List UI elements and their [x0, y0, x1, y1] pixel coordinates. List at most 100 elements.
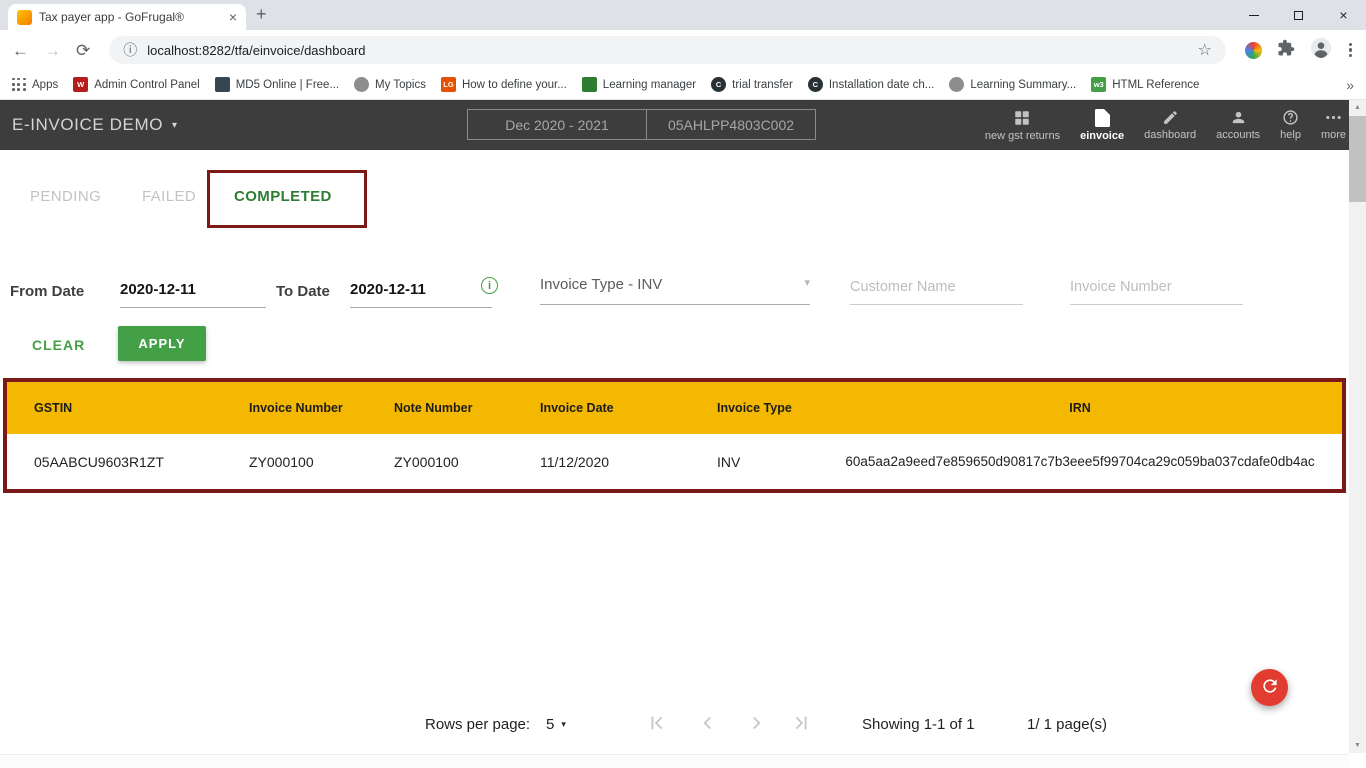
new-tab-button[interactable]: + [256, 4, 267, 25]
browser-menu-icon[interactable] [1347, 41, 1354, 60]
einvoice-page: PENDING FAILED COMPLETED From Date To Da… [0, 150, 1366, 768]
invoice-type-value: Invoice Type - INV [540, 276, 662, 293]
site-favicon [17, 10, 32, 25]
page-info-icon[interactable]: ⓘ [123, 40, 137, 60]
page-count-text: 1/ 1 page(s) [1027, 716, 1107, 733]
url-text[interactable]: localhost:8282/tfa/einvoice/dashboard [147, 43, 365, 58]
scrollbar-down-icon[interactable]: ▼ [1349, 738, 1366, 753]
table-row[interactable]: 05AABCU9603R1ZT ZY000100 ZY000100 11/12/… [7, 434, 1342, 489]
to-date-input[interactable] [350, 281, 492, 308]
rows-per-page-label: Rows per page: [425, 716, 530, 733]
from-date-input[interactable] [120, 281, 266, 308]
forward-icon[interactable]: → [44, 42, 61, 59]
bookmark-label: MD5 Online | Free... [236, 79, 339, 91]
extensions-puzzle-icon[interactable] [1277, 39, 1295, 62]
table-annotation-box: GSTIN Invoice Number Note Number Invoice… [3, 378, 1346, 493]
scrollbar-up-icon[interactable]: ▲ [1349, 100, 1366, 115]
period-selector[interactable]: Dec 2020 - 2021 [467, 109, 647, 140]
refresh-icon [1260, 676, 1280, 699]
bookmark-label: Admin Control Panel [94, 79, 199, 91]
help-icon [1282, 109, 1299, 126]
bookmark-item[interactable]: My Topics [354, 77, 426, 92]
bookmark-favicon: LG [441, 77, 456, 92]
bookmark-star-icon[interactable]: ☆ [1197, 40, 1211, 60]
clear-button[interactable]: CLEAR [32, 337, 85, 353]
first-page-button[interactable] [644, 710, 670, 736]
table-header-row: GSTIN Invoice Number Note Number Invoice… [7, 382, 1342, 434]
bookmark-item[interactable]: LG How to define your... [441, 77, 567, 92]
reload-icon[interactable]: ⟳ [76, 42, 90, 59]
browser-tab[interactable]: Tax payer app - GoFrugal® × [8, 4, 246, 30]
nav-label: help [1280, 129, 1301, 141]
pencil-icon [1162, 109, 1179, 126]
window-minimize-button[interactable] [1231, 0, 1276, 30]
bookmark-item[interactable]: C trial transfer [711, 77, 793, 92]
maximize-icon [1294, 11, 1303, 20]
nav-item-einvoice[interactable]: einvoice [1070, 100, 1134, 150]
gstin-selector[interactable]: 05AHLPP4803C002 [646, 109, 816, 140]
cell-gstin: 05AABCU9603R1ZT [34, 454, 249, 470]
app-title-menu[interactable]: E-INVOICE DEMO ▾ [12, 100, 178, 150]
cell-invoice-date: 11/12/2020 [540, 454, 717, 470]
column-header-gstin: GSTIN [34, 401, 249, 415]
bookmarks-overflow-icon[interactable]: » [1346, 77, 1354, 93]
bookmarks-bar: Apps W Admin Control Panel MD5 Online | … [0, 70, 1366, 100]
bookmark-item[interactable]: MD5 Online | Free... [215, 77, 339, 92]
nav-item-dashboard[interactable]: dashboard [1134, 100, 1206, 150]
apps-grid-icon [12, 78, 26, 92]
next-page-button[interactable] [743, 710, 769, 736]
bookmark-item[interactable]: Learning manager [582, 77, 696, 92]
person-icon [1230, 109, 1247, 126]
refresh-fab-button[interactable] [1251, 669, 1288, 706]
bookmark-label: Installation date ch... [829, 79, 934, 91]
back-icon[interactable]: ← [12, 42, 29, 59]
cell-irn: 60a5aa2a9eed7e859650d90817c7b3eee5f99704… [840, 454, 1320, 469]
bookmark-favicon [582, 77, 597, 92]
previous-page-button[interactable] [695, 710, 721, 736]
bookmark-item[interactable]: w3 HTML Reference [1091, 77, 1199, 92]
bookmark-favicon: W [73, 77, 88, 92]
document-icon [1095, 109, 1110, 127]
bookmark-favicon [354, 77, 369, 92]
scrollbar-thumb[interactable] [1349, 116, 1366, 202]
cell-invoice-number: ZY000100 [249, 454, 394, 470]
last-page-button[interactable] [788, 710, 814, 736]
bookmark-item[interactable]: C Installation date ch... [808, 77, 934, 92]
bookmark-favicon [949, 77, 964, 92]
chevron-down-icon: ▾ [804, 276, 810, 289]
nav-item-help[interactable]: help [1270, 100, 1311, 150]
minimize-icon [1249, 15, 1259, 16]
nav-item-new-gst-returns[interactable]: new gst returns [975, 100, 1070, 150]
customer-name-input[interactable] [850, 279, 1023, 305]
window-close-button[interactable]: × [1321, 0, 1366, 30]
profile-avatar[interactable] [1310, 37, 1332, 64]
ellipsis-icon [1325, 109, 1342, 126]
apps-shortcut[interactable]: Apps [12, 78, 58, 92]
vertical-scrollbar[interactable]: ▲ ▼ [1349, 100, 1366, 753]
invoice-type-select[interactable]: Invoice Type - INV ▾ [540, 276, 810, 305]
tab-close-icon[interactable]: × [229, 10, 237, 24]
bookmark-favicon: C [808, 77, 823, 92]
tab-failed[interactable]: FAILED [142, 188, 196, 205]
nav-item-accounts[interactable]: accounts [1206, 100, 1270, 150]
bookmark-item[interactable]: W Admin Control Panel [73, 77, 199, 92]
url-bar[interactable]: ⓘ localhost:8282/tfa/einvoice/dashboard … [109, 36, 1226, 64]
nav-label: new gst returns [985, 130, 1060, 142]
rows-per-page-select[interactable]: 5 ▾ [546, 716, 566, 733]
invoice-number-input[interactable] [1070, 279, 1243, 305]
bookmark-item[interactable]: Learning Summary... [949, 77, 1076, 92]
bookmark-favicon [215, 77, 230, 92]
app-header: E-INVOICE DEMO ▾ Dec 2020 - 2021 05AHLPP… [0, 100, 1366, 150]
nav-label: dashboard [1144, 129, 1196, 141]
browser-titlebar: Tax payer app - GoFrugal® × + × [0, 0, 1366, 30]
bookmark-label: Learning Summary... [970, 79, 1076, 91]
window-maximize-button[interactable] [1276, 0, 1321, 30]
column-header-invoice-type: Invoice Type [717, 401, 840, 415]
tab-pending[interactable]: PENDING [30, 188, 101, 205]
apply-button[interactable]: APPLY [118, 326, 206, 361]
nav-label: einvoice [1080, 130, 1124, 142]
info-icon[interactable]: i [481, 277, 498, 294]
extension-color-icon[interactable] [1245, 42, 1262, 59]
bookmark-favicon: w3 [1091, 77, 1106, 92]
app-title: E-INVOICE DEMO [12, 115, 163, 135]
